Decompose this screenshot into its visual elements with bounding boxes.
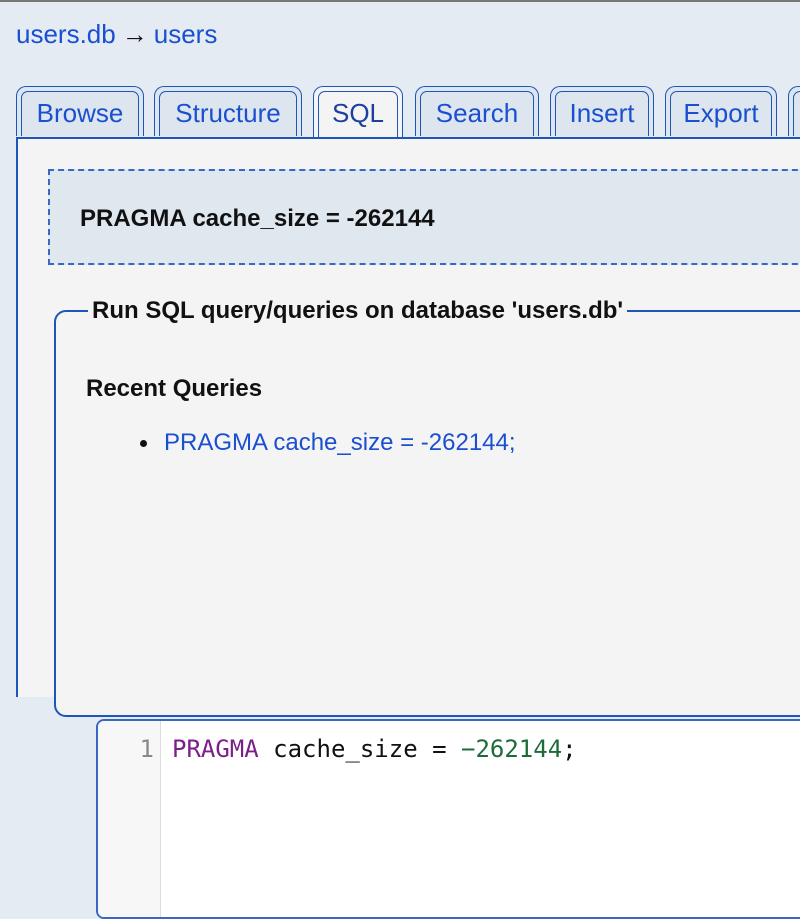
executed-query-box: PRAGMA cache_size = -262144 [48, 169, 800, 265]
recent-queries-list: PRAGMA cache_size = -262144; [136, 429, 516, 457]
line-number: 1 [139, 735, 154, 763]
tab-search[interactable]: Search [415, 86, 539, 136]
tab-structure[interactable]: Structure [154, 86, 302, 136]
editor-code-line[interactable]: PRAGMA cache_size = −262144; [172, 735, 577, 763]
tab-browse[interactable]: Browse [16, 86, 144, 136]
sql-editor[interactable]: 1 PRAGMA cache_size = −262144; [96, 719, 800, 919]
code-keyword: PRAGMA [172, 735, 259, 763]
tab-sql[interactable]: SQL [313, 86, 403, 140]
breadcrumb: users.db → users [16, 19, 217, 50]
breadcrumb-arrow-icon: → [121, 19, 148, 49]
editor-gutter: 1 [98, 721, 161, 917]
tab-bar: Browse Structure SQL Search Insert Expor… [16, 86, 800, 140]
executed-query-text: PRAGMA cache_size = -262144 [80, 205, 435, 232]
code-number: −262144 [461, 735, 563, 763]
sql-form-legend: Run SQL query/queries on database 'users… [92, 297, 624, 324]
code-semicolon: ; [562, 735, 577, 763]
tab-insert[interactable]: Insert [550, 86, 654, 136]
sql-query-form: Run SQL query/queries on database 'users… [54, 297, 800, 919]
code-identifier: cache_size = [258, 735, 461, 763]
recent-query-item[interactable]: PRAGMA cache_size = -262144; [136, 429, 516, 457]
recent-query-link[interactable]: PRAGMA cache_size = -262144; [164, 429, 516, 456]
breadcrumb-database-link[interactable]: users.db [16, 19, 116, 49]
tab-overflow[interactable] [788, 86, 800, 136]
breadcrumb-table-link[interactable]: users [154, 19, 218, 49]
bullet-icon [140, 440, 147, 447]
sql-tab-panel: PRAGMA cache_size = -262144 Run SQL quer… [16, 137, 800, 919]
recent-queries-heading: Recent Queries [86, 375, 263, 402]
tab-export[interactable]: Export [665, 86, 777, 136]
window-top-border [0, 0, 800, 2]
